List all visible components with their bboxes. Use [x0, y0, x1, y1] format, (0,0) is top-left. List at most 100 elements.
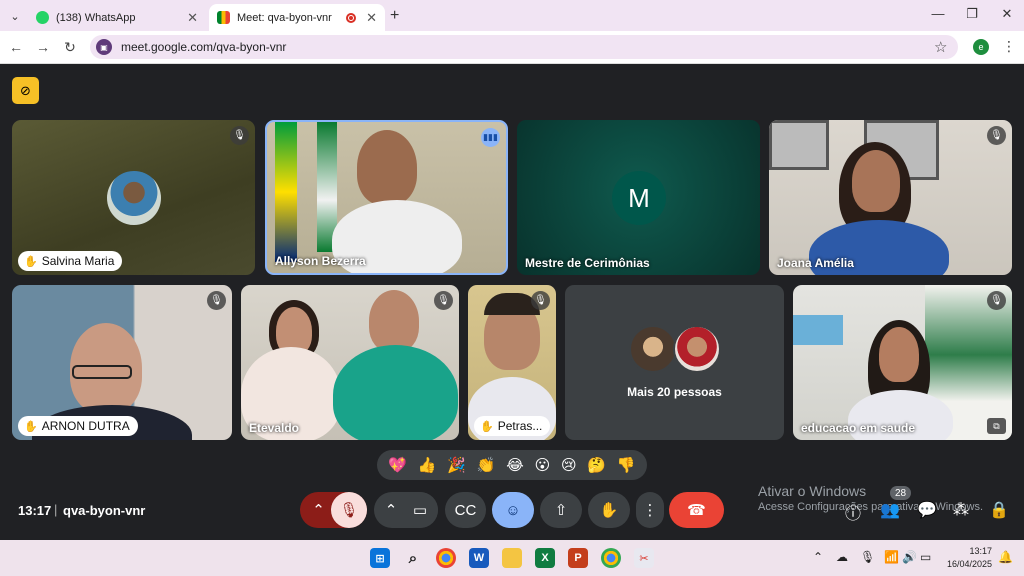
reaction-surprised[interactable]: 😮 — [535, 456, 551, 474]
tab-title: Meet: qva-byon-vnr — [237, 11, 332, 24]
participant-tile[interactable]: 🎙 ✋ Petras... — [468, 285, 556, 440]
back-icon[interactable]: ← — [7, 39, 25, 55]
poster — [793, 315, 843, 345]
chrome-profile-taskbar-icon[interactable] — [601, 548, 621, 568]
host-controls-icon[interactable]: 🔒 — [989, 500, 1009, 520]
speaking-indicator-icon: ▮▮▮ — [481, 128, 500, 147]
mic-off-button[interactable]: 🎙 — [331, 492, 367, 528]
camera-button[interactable]: ▭ — [402, 492, 438, 528]
participant-tile[interactable]: 🎙 ✋ ARNON DUTRA — [12, 285, 232, 440]
more-participants-label: Mais 20 pessoas — [627, 385, 722, 399]
participant-name: Joana Amélia — [777, 256, 854, 270]
close-tab-icon[interactable]: ✕ — [366, 10, 377, 26]
reaction-party[interactable]: 🎉 — [447, 456, 466, 474]
participant-name: educacao em saude — [801, 421, 916, 435]
notifications-icon[interactable]: 🔔 — [998, 550, 1013, 564]
meeting-clock: 13:17 — [18, 503, 52, 518]
new-tab-icon[interactable]: + — [390, 7, 399, 25]
reaction-heart[interactable]: 💖 — [388, 456, 407, 474]
site-info-icon[interactable]: ▣ — [96, 39, 112, 55]
reaction-clap[interactable]: 👏 — [477, 456, 496, 474]
maximize-icon[interactable]: ❐ — [962, 6, 982, 22]
profile-avatar[interactable]: e — [973, 39, 989, 55]
reload-icon[interactable]: ↻ — [61, 39, 79, 56]
muted-mic-icon: 🎙 — [987, 291, 1006, 310]
participant-tile[interactable]: M Mestre de Cerimônias — [517, 120, 760, 275]
powerpoint-icon[interactable]: P — [568, 548, 588, 568]
participant-name: ARNON DUTRA — [41, 419, 130, 433]
participant-avatar — [673, 325, 721, 373]
raise-hand-button[interactable]: ✋ — [588, 492, 630, 528]
hand-icon: ✋ — [24, 255, 38, 268]
flag — [275, 122, 297, 262]
excel-icon[interactable]: X — [535, 548, 555, 568]
meet-icon — [217, 11, 230, 24]
participant-tile[interactable]: 🎙 ✋ Salvina Maria — [12, 120, 255, 275]
reaction-sad[interactable]: 😢 — [561, 456, 577, 474]
present-screen-button[interactable]: ⇧ — [540, 492, 582, 528]
tab-meet[interactable]: Meet: qva-byon-vnr ✕ — [209, 4, 385, 31]
windows-activation-subtitle: Acesse Configurações para ativar o Windo… — [758, 501, 983, 513]
microphone-tray-icon[interactable]: 🎙 — [860, 550, 875, 564]
participant-avatar — [107, 171, 161, 225]
hand-icon: ✋ — [480, 420, 494, 433]
participant-name: Petras... — [497, 419, 543, 433]
chat-icon[interactable]: 💬 — [917, 500, 937, 520]
people-icon[interactable]: 👥 — [880, 500, 900, 520]
tab-whatsapp[interactable]: (138) WhatsApp ✕ — [28, 4, 206, 31]
file-explorer-icon[interactable] — [502, 548, 522, 568]
more-options-button[interactable]: ⋮ — [636, 492, 664, 528]
tab-search-chevron-icon[interactable]: ⌄ — [5, 6, 25, 26]
no-camera-notice-icon[interactable]: ⊘ — [12, 77, 39, 104]
name-pill: ✋ Salvina Maria — [18, 251, 123, 271]
chrome-taskbar-icon[interactable] — [436, 548, 456, 568]
search-icon[interactable]: ⌕ — [403, 548, 423, 568]
activities-icon[interactable]: ⁂ — [953, 500, 969, 520]
participant-avatar — [629, 325, 677, 373]
tab-title: (138) WhatsApp — [56, 11, 136, 24]
start-icon[interactable]: ⊞ — [370, 548, 390, 568]
meeting-info-icon[interactable]: ⓘ — [845, 500, 861, 524]
participant-tile-active-speaker[interactable]: ▮▮▮ Allyson Bezerra — [265, 120, 508, 275]
people-count-badge: 28 — [890, 486, 911, 500]
minimize-icon[interactable]: — — [928, 6, 948, 21]
address-bar[interactable]: ▣ meet.google.com/qva-byon-vnr — [90, 35, 958, 59]
taskbar-time[interactable]: 13:17 — [950, 546, 992, 556]
participant-tile[interactable]: 🎙 Etevaldo — [241, 285, 459, 440]
forward-icon[interactable]: → — [34, 39, 52, 55]
url-text: meet.google.com/qva-byon-vnr — [121, 40, 287, 54]
hand-icon: ✋ — [24, 420, 38, 433]
window-close-icon[interactable]: ✕ — [997, 6, 1017, 22]
participant-tile[interactable]: 🎙 Joana Amélia — [769, 120, 1012, 275]
muted-mic-icon: 🎙 — [207, 291, 226, 310]
muted-mic-icon: 🎙 — [434, 291, 453, 310]
participant-tile[interactable]: 🎙 ⧉ educacao em saude — [793, 285, 1012, 440]
recording-icon — [346, 12, 357, 23]
whatsapp-icon — [36, 11, 49, 24]
volume-icon[interactable]: 🔊 — [902, 550, 917, 564]
reactions-button[interactable]: ☺ — [492, 492, 534, 528]
participant-head — [357, 130, 417, 205]
snipping-tool-icon[interactable]: ✂ — [634, 548, 654, 568]
tray-app-icon[interactable]: ☁ — [836, 550, 848, 564]
taskbar-date[interactable]: 16/04/2025 — [940, 559, 992, 569]
tray-overflow-icon[interactable]: ⌃ — [813, 550, 823, 564]
chrome-menu-icon[interactable]: ⋮ — [1002, 38, 1016, 55]
bookmark-star-icon[interactable]: ☆ — [934, 38, 947, 56]
participant-name: Salvina Maria — [41, 254, 115, 268]
battery-icon[interactable]: ▭ — [920, 550, 931, 564]
wifi-icon[interactable]: 📶 — [884, 550, 899, 564]
muted-mic-icon: 🎙 — [531, 291, 550, 310]
word-icon[interactable]: W — [469, 548, 489, 568]
captions-button[interactable]: CC — [445, 492, 486, 528]
close-tab-icon[interactable]: ✕ — [187, 10, 198, 26]
reaction-thinking[interactable]: 🤔 — [587, 456, 606, 474]
reaction-laugh[interactable]: 😂 — [506, 456, 524, 474]
participant-body — [333, 345, 458, 440]
picture-in-picture-icon[interactable]: ⧉ — [987, 418, 1006, 434]
participant-head — [852, 150, 900, 212]
reaction-thumbs-up[interactable]: 👍 — [418, 456, 437, 474]
reaction-thumbs-down[interactable]: 👎 — [617, 456, 636, 474]
more-participants-tile[interactable]: Mais 20 pessoas — [565, 285, 784, 440]
leave-call-button[interactable]: ☎ — [669, 492, 724, 528]
